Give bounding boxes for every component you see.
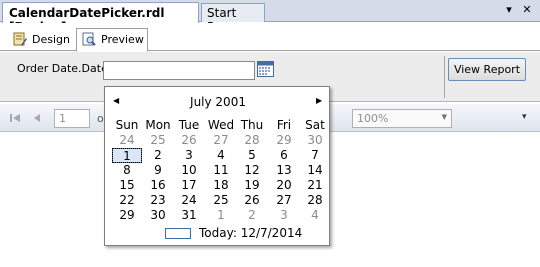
page-number-input[interactable]: 1 xyxy=(54,109,90,128)
chevron-down-icon: ▼ xyxy=(441,113,447,121)
parameter-divider xyxy=(444,56,445,98)
calendar-day[interactable]: 30 xyxy=(300,133,330,148)
calendar-day[interactable]: 24 xyxy=(112,133,142,148)
weekday-sat: Sat xyxy=(305,118,325,132)
toolbar-overflow-icon[interactable]: ▾ xyxy=(522,112,527,122)
calendar-day[interactable]: 16 xyxy=(143,178,173,193)
tab-preview-label: Preview xyxy=(101,33,144,46)
tab-preview[interactable]: Preview xyxy=(76,28,148,52)
calendar-day[interactable]: 31 xyxy=(174,208,204,223)
calendar-day[interactable]: 12 xyxy=(237,163,267,178)
page-of-label: o xyxy=(97,112,104,125)
tab-design-label: Design xyxy=(32,33,70,46)
calendar-day[interactable]: 21 xyxy=(300,178,330,193)
calendar-day[interactable]: 11 xyxy=(206,163,236,178)
calendar-day[interactable]: 13 xyxy=(269,163,299,178)
first-page-icon[interactable] xyxy=(9,112,21,124)
calendar-day[interactable]: 28 xyxy=(300,193,330,208)
weekday-sun: Sun xyxy=(115,118,139,132)
close-icon[interactable]: ✕ xyxy=(520,3,534,17)
calendar-day[interactable]: 3 xyxy=(174,148,204,163)
date-picker-calendar: ◀ July 2001 ▶ Sun Mon Tue Wed Thu Fri Sa… xyxy=(104,86,330,246)
calendar-day[interactable]: 5 xyxy=(237,148,267,163)
order-date-input[interactable] xyxy=(103,61,255,80)
calendar-week: 24 25 26 27 28 29 30 xyxy=(112,133,326,148)
calendar-day[interactable]: 2 xyxy=(237,208,267,223)
calendar-week: 15 16 17 18 19 20 21 xyxy=(112,178,326,193)
calendar-day[interactable]: 20 xyxy=(269,178,299,193)
weekday-fri: Fri xyxy=(276,118,292,132)
order-date-label: Order Date.Date xyxy=(17,62,108,75)
calendar-day[interactable]: 2 xyxy=(143,148,173,163)
calendar-day[interactable]: 27 xyxy=(269,193,299,208)
calendar-day[interactable]: 1 xyxy=(206,208,236,223)
calendar-day[interactable]: 25 xyxy=(206,193,236,208)
tab-start-page[interactable]: Start Page xyxy=(201,3,265,34)
preview-icon xyxy=(82,32,96,46)
zoom-select[interactable]: 100% ▼ xyxy=(352,109,452,128)
calendar-day[interactable]: 26 xyxy=(237,193,267,208)
calendar-day[interactable]: 10 xyxy=(174,163,204,178)
design-icon xyxy=(13,32,27,46)
calendar-day[interactable]: 19 xyxy=(237,178,267,193)
calendar-day[interactable]: 9 xyxy=(143,163,173,178)
calendar-day[interactable]: 29 xyxy=(112,208,142,223)
calendar-day[interactable]: 18 xyxy=(206,178,236,193)
weekday-header: Sun Mon Tue Wed Thu Fri Sat xyxy=(112,118,326,133)
zoom-value: 100% xyxy=(357,112,389,125)
calendar-day[interactable]: 3 xyxy=(269,208,299,223)
calendar-icon[interactable] xyxy=(257,61,274,77)
weekday-thu: Thu xyxy=(240,118,264,132)
calendar-day[interactable]: 17 xyxy=(174,178,204,193)
tab-dropdown-icon[interactable]: ▾ xyxy=(502,3,516,17)
document-tab-strip: CalendarDatePicker.rdl [Design] Start Pa… xyxy=(0,0,540,34)
calendar-week: 22 23 24 25 26 27 28 xyxy=(112,193,326,208)
calendar-week: 1 2 3 4 5 6 7 xyxy=(112,148,326,163)
calendar-day[interactable]: 15 xyxy=(112,178,142,193)
view-report-button[interactable]: View Report xyxy=(448,58,526,81)
calendar-day[interactable]: 27 xyxy=(206,133,236,148)
calendar-month-title: July 2001 xyxy=(190,95,246,109)
calendar-day[interactable]: 4 xyxy=(300,208,330,223)
weekday-mon: Mon xyxy=(145,118,171,132)
calendar-week: 29 30 31 1 2 3 4 xyxy=(112,208,326,223)
today-link[interactable]: Today: 12/7/2014 xyxy=(199,226,302,240)
calendar-day[interactable]: 24 xyxy=(174,193,204,208)
previous-month-button[interactable]: ◀ xyxy=(113,96,123,106)
calendar-day[interactable]: 4 xyxy=(206,148,236,163)
tab-calendar-date-picker[interactable]: CalendarDatePicker.rdl [Design] xyxy=(2,2,199,34)
calendar-day-selected[interactable]: 1 xyxy=(112,148,142,163)
calendar-day[interactable]: 23 xyxy=(143,193,173,208)
calendar-day[interactable]: 7 xyxy=(300,148,330,163)
calendar-day[interactable]: 6 xyxy=(269,148,299,163)
weekday-wed: Wed xyxy=(207,118,235,132)
next-month-button[interactable]: ▶ xyxy=(316,96,326,106)
weekday-tue: Tue xyxy=(178,118,200,132)
tab-design[interactable]: Design xyxy=(8,29,72,51)
today-indicator xyxy=(165,228,191,239)
calendar-day[interactable]: 29 xyxy=(269,133,299,148)
calendar-day[interactable]: 25 xyxy=(143,133,173,148)
calendar-day[interactable]: 30 xyxy=(143,208,173,223)
previous-page-icon[interactable] xyxy=(31,112,43,124)
calendar-week: 8 9 10 11 12 13 14 xyxy=(112,163,326,178)
calendar-day[interactable]: 28 xyxy=(237,133,267,148)
designer-tabs: Design Preview xyxy=(0,23,540,52)
calendar-grid: Sun Mon Tue Wed Thu Fri Sat 24 25 26 27 … xyxy=(112,118,326,223)
calendar-day[interactable]: 26 xyxy=(174,133,204,148)
calendar-day[interactable]: 14 xyxy=(300,163,330,178)
calendar-day[interactable]: 22 xyxy=(112,193,142,208)
calendar-day[interactable]: 8 xyxy=(112,163,142,178)
